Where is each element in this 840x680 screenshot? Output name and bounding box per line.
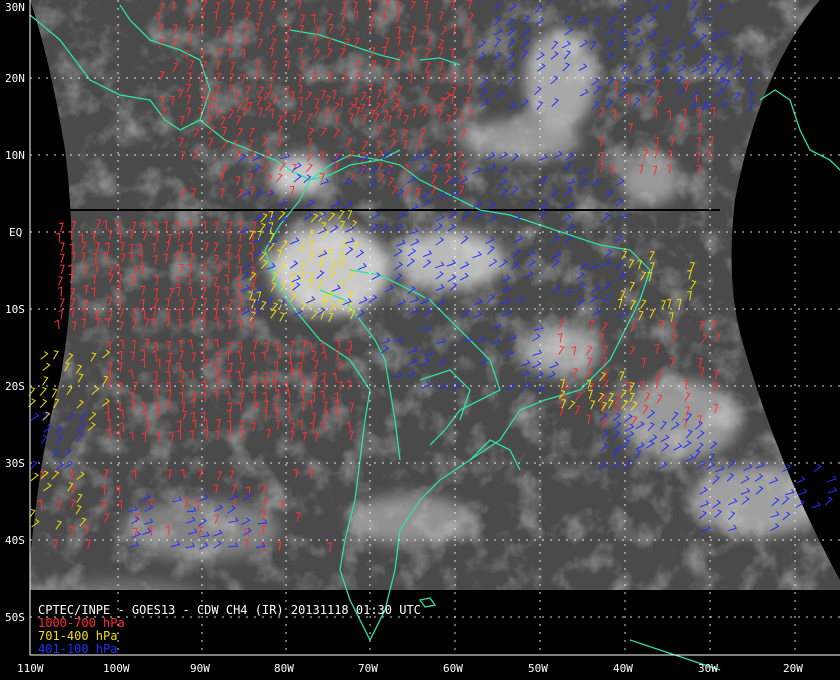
lon-label-90w: 90W — [190, 662, 210, 675]
lon-label-40w: 40W — [613, 662, 633, 675]
cloud-texture — [30, 0, 840, 680]
lat-label-20n: 20N — [5, 72, 25, 85]
lon-label-30w: 30W — [698, 662, 718, 675]
lat-label-20s: 20S — [5, 380, 25, 393]
lat-label-40s: 40S — [5, 534, 25, 547]
lon-label-20w: 20W — [783, 662, 803, 675]
lon-label-110w: 110W — [17, 662, 44, 675]
lat-label-30n: 30N — [5, 1, 25, 14]
satellite-image — [0, 0, 840, 680]
lon-label-60w: 60W — [443, 662, 463, 675]
satellite-wind-map: 30N 20N 10N EQ 10S 20S 30S 40S 50S 110W … — [0, 0, 840, 680]
lat-label-eq: EQ — [9, 226, 22, 239]
lat-label-50s: 50S — [5, 611, 25, 624]
left-frame-strip — [0, 0, 30, 680]
lat-label-30s: 30S — [5, 457, 25, 470]
image-title: CPTEC/INPE - GOES13 - CDW CH4 (IR) 20131… — [38, 603, 421, 617]
lon-label-80w: 80W — [274, 662, 294, 675]
legend-high-level: 401-100 hPa — [38, 642, 117, 656]
lat-label-10n: 10N — [5, 149, 25, 162]
legend-low-level: 1000-700 hPa — [38, 616, 125, 630]
lat-label-10s: 10S — [5, 303, 25, 316]
lon-label-50w: 50W — [528, 662, 548, 675]
lon-label-70w: 70W — [358, 662, 378, 675]
lon-label-100w: 100W — [103, 662, 130, 675]
legend-mid-level: 701-400 hPa — [38, 629, 117, 643]
